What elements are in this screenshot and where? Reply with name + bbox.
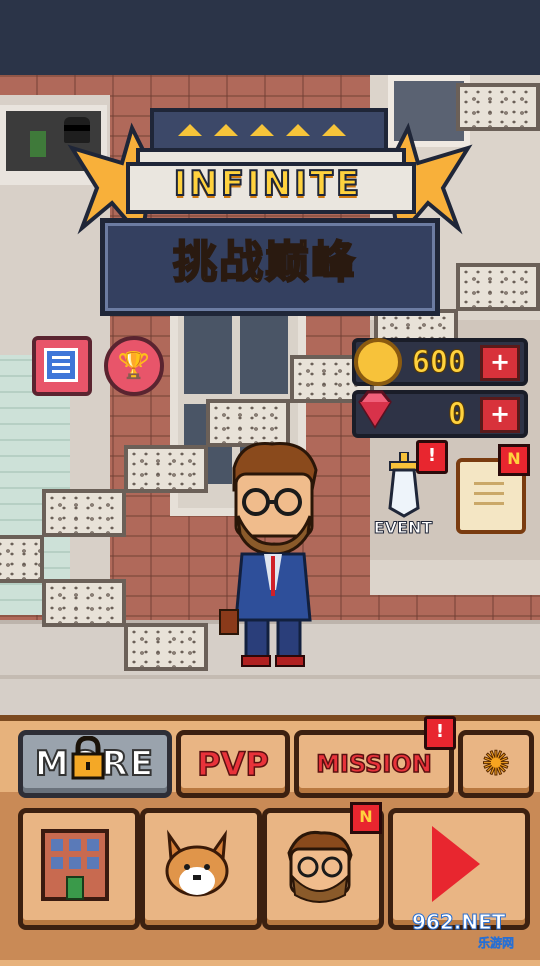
building-button[interactable] [18,808,140,930]
status-bar [0,0,540,78]
coin-value: 600 [411,345,466,381]
coin-icon [354,338,402,386]
pet-button[interactable] [140,808,262,930]
coin-counter: 600 + [352,338,528,386]
player-character[interactable] [212,430,332,670]
plant-icon [30,131,46,157]
play-icon [432,826,480,902]
logo-subtitle: 挑战巅峰 [172,236,357,289]
pvp-label: PVP [196,744,269,784]
watermark-subtext: 乐游网 [478,936,515,951]
gem-icon [358,390,392,429]
stone-block [124,445,208,493]
mission-alert-badge: ! [424,716,456,750]
quest-new-badge: N [498,444,530,476]
character-portrait-icon [287,830,353,903]
stone-block [456,263,540,311]
event-label: EVENT [373,518,433,538]
curb [0,675,540,679]
pvp-button[interactable]: PVP [176,730,290,798]
stone-block [42,579,126,627]
trophy-icon: 🏆 [117,351,151,381]
logo-title: INFINITE [173,163,363,205]
padlock-icon [71,736,105,780]
building-icon [41,829,109,901]
add-gems-button[interactable]: + [480,397,520,433]
leaderboard-button[interactable]: 🏆 [104,336,164,396]
character-new-badge: N [350,802,382,834]
stone-block [124,623,208,671]
menu-button[interactable] [32,336,92,396]
watermark-text: 962.NET [412,910,506,935]
stone-block [42,489,126,537]
gem-value: 0 [447,397,466,433]
event-alert-badge: ! [416,440,448,474]
menu-list-icon [44,348,78,382]
corgi-icon [165,829,229,897]
stone-block [0,535,44,583]
add-coins-button[interactable]: + [480,345,520,381]
gem-counter: 0 + [352,390,528,438]
settings-button[interactable]: ✺ [458,730,534,798]
gear-icon: ✺ [481,744,511,785]
